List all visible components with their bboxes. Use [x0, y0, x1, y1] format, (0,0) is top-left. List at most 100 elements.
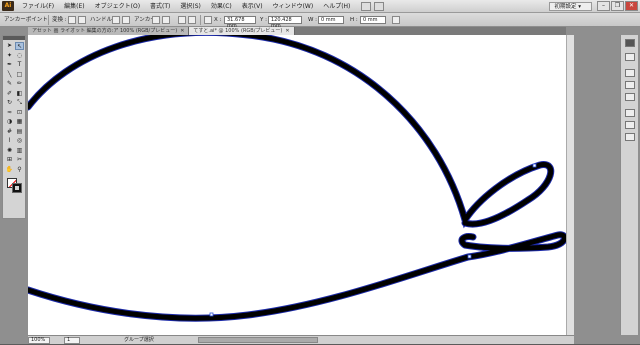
zoom-field[interactable]: 100% [28, 337, 50, 344]
width-input[interactable]: 0 mm [318, 16, 344, 24]
close-tab-icon[interactable]: ✕ [285, 28, 289, 34]
anchor-point [532, 163, 537, 168]
hide-handles-button[interactable] [122, 16, 130, 24]
close-button[interactable]: ✕ [625, 1, 638, 11]
eraser-tool-icon[interactable]: ◧ [15, 90, 24, 98]
selection-tool-icon[interactable]: ➤ [5, 42, 14, 50]
isolate-button[interactable] [188, 16, 196, 24]
artboard-tool-icon[interactable]: ⊞ [5, 156, 14, 164]
document-canvas[interactable] [28, 35, 566, 335]
height-input[interactable]: 0 mm [360, 16, 386, 24]
blob-brush-tool-icon[interactable]: ✐ [5, 90, 14, 98]
anchor-point [209, 312, 214, 317]
zoom-tool-icon[interactable]: ⚲ [15, 166, 24, 174]
artboard-number-field[interactable]: 1 [64, 337, 80, 344]
drawn-path-lower [28, 232, 566, 321]
remove-anchor-button[interactable] [152, 16, 160, 24]
workspace-switcher[interactable]: 初期設定 ▾ [549, 2, 592, 11]
menu-item[interactable]: ウィンドウ(W) [268, 0, 319, 13]
hand-tool-icon[interactable]: ✋ [5, 166, 14, 174]
magic-wand-tool-icon[interactable]: ✦ [5, 52, 14, 60]
swatches-panel-icon[interactable] [625, 69, 635, 77]
tools-panel-header[interactable] [3, 36, 25, 40]
menu-item[interactable]: 効果(C) [206, 0, 237, 13]
convert-to-corner-button[interactable] [68, 16, 76, 24]
bridge-icon[interactable] [361, 1, 372, 11]
separator [48, 15, 49, 25]
menu-item[interactable]: 編集(E) [59, 0, 89, 13]
paintbrush-tool-icon[interactable]: ✎ [5, 80, 14, 88]
perspective-grid-tool-icon[interactable]: ▦ [15, 118, 24, 126]
selection-type-label: アンカーポイント [4, 17, 48, 23]
scale-tool-icon[interactable]: ⤡ [15, 99, 24, 107]
h-label: H : [350, 17, 358, 23]
app-logo: Ai [2, 1, 14, 11]
document-tab[interactable]: てすと.ai* @ 100% (RGB/プレビュー) ✕ [189, 27, 295, 35]
eyedropper-tool-icon[interactable]: ⌇ [5, 137, 14, 145]
arrange-documents-icon[interactable] [374, 1, 385, 11]
menu-items: ファイル(F) 編集(E) オブジェクト(O) 書式(T) 選択(S) 効果(C) 表示(V… [17, 0, 355, 13]
color-guide-panel-icon[interactable] [625, 53, 635, 61]
symbols-panel-icon[interactable] [625, 93, 635, 101]
pen-tool-icon[interactable]: ✒ [5, 61, 14, 69]
connect-anchor-button[interactable] [162, 16, 170, 24]
menu-item[interactable]: オブジェクト(O) [90, 0, 145, 13]
mesh-tool-icon[interactable]: # [5, 128, 14, 136]
window-controls: – ❐ ✕ [597, 1, 638, 11]
free-transform-tool-icon[interactable]: ⊡ [15, 109, 24, 117]
rotate-tool-icon[interactable]: ↻ [5, 99, 14, 107]
workspace-label: 初期設定 [554, 4, 577, 10]
minimize-button[interactable]: – [597, 1, 610, 11]
restore-button[interactable]: ❐ [611, 1, 624, 11]
menu-item[interactable]: ヘルプ(H) [318, 0, 355, 13]
convert-to-smooth-button[interactable] [78, 16, 86, 24]
stroke-swatch[interactable] [12, 183, 22, 193]
slice-tool-icon[interactable]: ✂ [15, 156, 24, 164]
direct-selection-tool-icon[interactable]: ↖ [15, 42, 24, 50]
type-tool-icon[interactable]: T [15, 61, 24, 69]
gradient-panel-icon[interactable] [625, 121, 635, 129]
y-coordinate-input[interactable]: 120.428 mm [268, 16, 302, 29]
drawn-path [28, 35, 554, 227]
transparency-panel-icon[interactable] [625, 133, 635, 141]
artwork[interactable] [28, 35, 566, 335]
stroke-panel-icon[interactable] [625, 109, 635, 117]
drawn-path-outline [28, 35, 555, 229]
tools-panel: ➤ ↖ ✦ ◌ ✒ T ╲ □ ✎ ✏ ✐ ◧ ↻ ⤡ ≈ ⊡ ◑ ▦ # ▤ ⌇ ◎ ✺ ▥ ⊞ ✂ ✋ ⚲ [2, 35, 26, 219]
reference-point-icon[interactable] [204, 16, 212, 24]
status-bar: 100% 1 グループ選択 [28, 335, 574, 344]
document-tabs: アセット 画 ライオット 編集の方の:ア 100% (RGB/プレビュー) ✕ てす… [28, 27, 566, 35]
menu-item[interactable]: ファイル(F) [17, 0, 59, 13]
cut-path-button[interactable] [178, 16, 186, 24]
control-bar: アンカーポイント 変換 : ハンドル : アンカー : X : 31.678 m… [0, 13, 640, 29]
gradient-tool-icon[interactable]: ▤ [15, 128, 24, 136]
vertical-scrollbar[interactable] [566, 35, 574, 335]
x-coordinate-input[interactable]: 31.678 mm [224, 16, 256, 29]
menu-item[interactable]: 書式(T) [145, 0, 175, 13]
rectangle-tool-icon[interactable]: □ [15, 71, 24, 79]
menu-item[interactable]: 選択(S) [175, 0, 206, 13]
illustrator-window: Ai ファイル(F) 編集(E) オブジェクト(O) 書式(T) 選択(S) 効果(C) 表… [0, 0, 640, 344]
menu-item[interactable]: 表示(V) [237, 0, 268, 13]
symbol-sprayer-tool-icon[interactable]: ✺ [5, 147, 14, 155]
show-handles-button[interactable] [112, 16, 120, 24]
w-label: W : [308, 17, 318, 23]
anchor-point [467, 254, 472, 259]
document-tab[interactable]: アセット 画 ライオット 編集の方の:ア 100% (RGB/プレビュー) ✕ [28, 27, 190, 35]
panel-dock [620, 35, 638, 335]
panel-menu-icon[interactable] [392, 16, 400, 24]
color-panel-icon[interactable] [625, 39, 635, 47]
graph-tool-icon[interactable]: ▥ [15, 147, 24, 155]
x-label: X : [214, 17, 222, 23]
shape-builder-tool-icon[interactable]: ◑ [5, 118, 14, 126]
brushes-panel-icon[interactable] [625, 81, 635, 89]
warp-tool-icon[interactable]: ≈ [5, 109, 14, 117]
close-tab-icon[interactable]: ✕ [180, 28, 184, 34]
pencil-tool-icon[interactable]: ✏ [15, 80, 24, 88]
separator [200, 15, 201, 25]
convert-label: 変換 : [52, 17, 67, 23]
line-tool-icon[interactable]: ╲ [5, 71, 14, 79]
lasso-tool-icon[interactable]: ◌ [15, 52, 24, 60]
blend-tool-icon[interactable]: ◎ [15, 137, 24, 145]
horizontal-scrollbar[interactable] [198, 337, 318, 343]
